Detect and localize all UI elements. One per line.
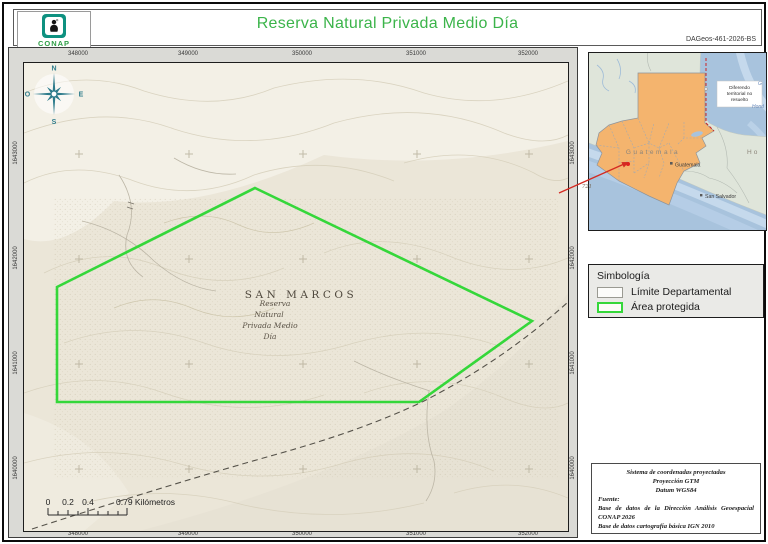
- page-title: Reserva Natural Privada Medio Día: [256, 15, 519, 32]
- compass-s-label: S: [52, 119, 57, 126]
- legend-item-departmental: Límite Departamental: [597, 286, 755, 298]
- scale-label-0: 0: [46, 497, 51, 507]
- axis-label-y-right: 1643000: [570, 141, 576, 165]
- svg-text:Día: Día: [263, 332, 277, 341]
- main-map-frame: 348000 349000 350000 351000 352000 34800…: [8, 47, 578, 538]
- inset-locator-map: Diferendo territorial no resuelto Guatem…: [588, 52, 767, 231]
- credits-box: Sistema de coordenadas proyectadas Proye…: [591, 463, 761, 534]
- svg-text:G: G: [758, 81, 762, 87]
- axis-label-x-top: 351000: [405, 51, 427, 57]
- source-line: Base de datos de la Dirección Análisis G…: [598, 505, 754, 512]
- svg-text:Hond: Hond: [752, 104, 764, 110]
- legend-item-label: Área protegida: [631, 301, 700, 313]
- legend-item-label: Límite Departamental: [631, 286, 732, 298]
- datum-line: Datum WGS84: [655, 487, 697, 494]
- compass-o-label: O: [25, 92, 31, 99]
- axis-label-y-left: 1642000: [13, 246, 19, 270]
- svg-text:Diferendo: Diferendo: [729, 85, 750, 91]
- protected-area-swatch: [597, 301, 623, 313]
- scale-label-02: 0.2: [62, 497, 74, 507]
- claim-line-marker: [704, 87, 708, 91]
- axis-label-y-left: 1643000: [13, 141, 19, 165]
- scale-label-04: 0.4: [82, 497, 94, 507]
- source-line: Base de datos cartografía básica IGN 201…: [598, 523, 715, 530]
- axis-label-y-right: 1640000: [570, 456, 576, 480]
- source-heading: Fuente:: [598, 496, 620, 503]
- axis-label-x-top: 350000: [291, 51, 313, 57]
- legend-item-protected-area: Área protegida: [597, 301, 755, 313]
- inset-canvas: Diferendo territorial no resuelto Guatem…: [589, 53, 766, 230]
- svg-text:resuelto: resuelto: [731, 97, 748, 103]
- svg-text:Natural: Natural: [253, 310, 284, 319]
- topographic-map: N E S O SAN MARCOS Reserva Natural Priva…: [23, 62, 569, 532]
- san-salvador-marker: [700, 194, 703, 197]
- compass-e-label: E: [79, 92, 84, 99]
- axis-label-x-top: 348000: [67, 51, 89, 57]
- honduras-partial-label: Ho: [747, 149, 759, 156]
- reserve-location-dot: [626, 162, 630, 166]
- axis-label-x-top: 352000: [517, 51, 539, 57]
- svg-text:Reserva: Reserva: [259, 299, 291, 308]
- country-label: Guatemala: [626, 149, 680, 156]
- axis-label-y-right: 1641000: [570, 351, 576, 375]
- crs-line: Sistema de coordenadas proyectadas: [626, 469, 726, 476]
- axis-label-y-left: 1641000: [13, 351, 19, 375]
- capital-marker: [670, 162, 673, 165]
- source-line: CONAP 2026: [598, 514, 635, 521]
- svg-text:territorial no: territorial no: [727, 91, 753, 97]
- header: CONAP Reserva Natural Privada Medio Día …: [13, 9, 762, 49]
- map-canvas: N E S O SAN MARCOS Reserva Natural Priva…: [24, 63, 568, 531]
- capital-label: Guatemala: [675, 163, 700, 169]
- axis-label-y-right: 1642000: [570, 246, 576, 270]
- departmental-limit-swatch: [597, 286, 623, 298]
- legend: Simbología Límite Departamental Área pro…: [588, 264, 764, 318]
- compass-n-label: N: [51, 66, 56, 73]
- legend-title: Simbología: [597, 270, 650, 282]
- svg-text:Privada Medio: Privada Medio: [241, 321, 298, 330]
- scale-label-end: 0.79 Kilómetros: [116, 497, 175, 507]
- axis-label-y-left: 1640000: [13, 456, 19, 480]
- document-code: DAGeos-461-2026-BS: [685, 36, 756, 43]
- axis-label-x-top: 349000: [177, 51, 199, 57]
- projection-line: Proyección GTM: [652, 478, 700, 485]
- san-salvador-label: San Salvador: [705, 194, 736, 200]
